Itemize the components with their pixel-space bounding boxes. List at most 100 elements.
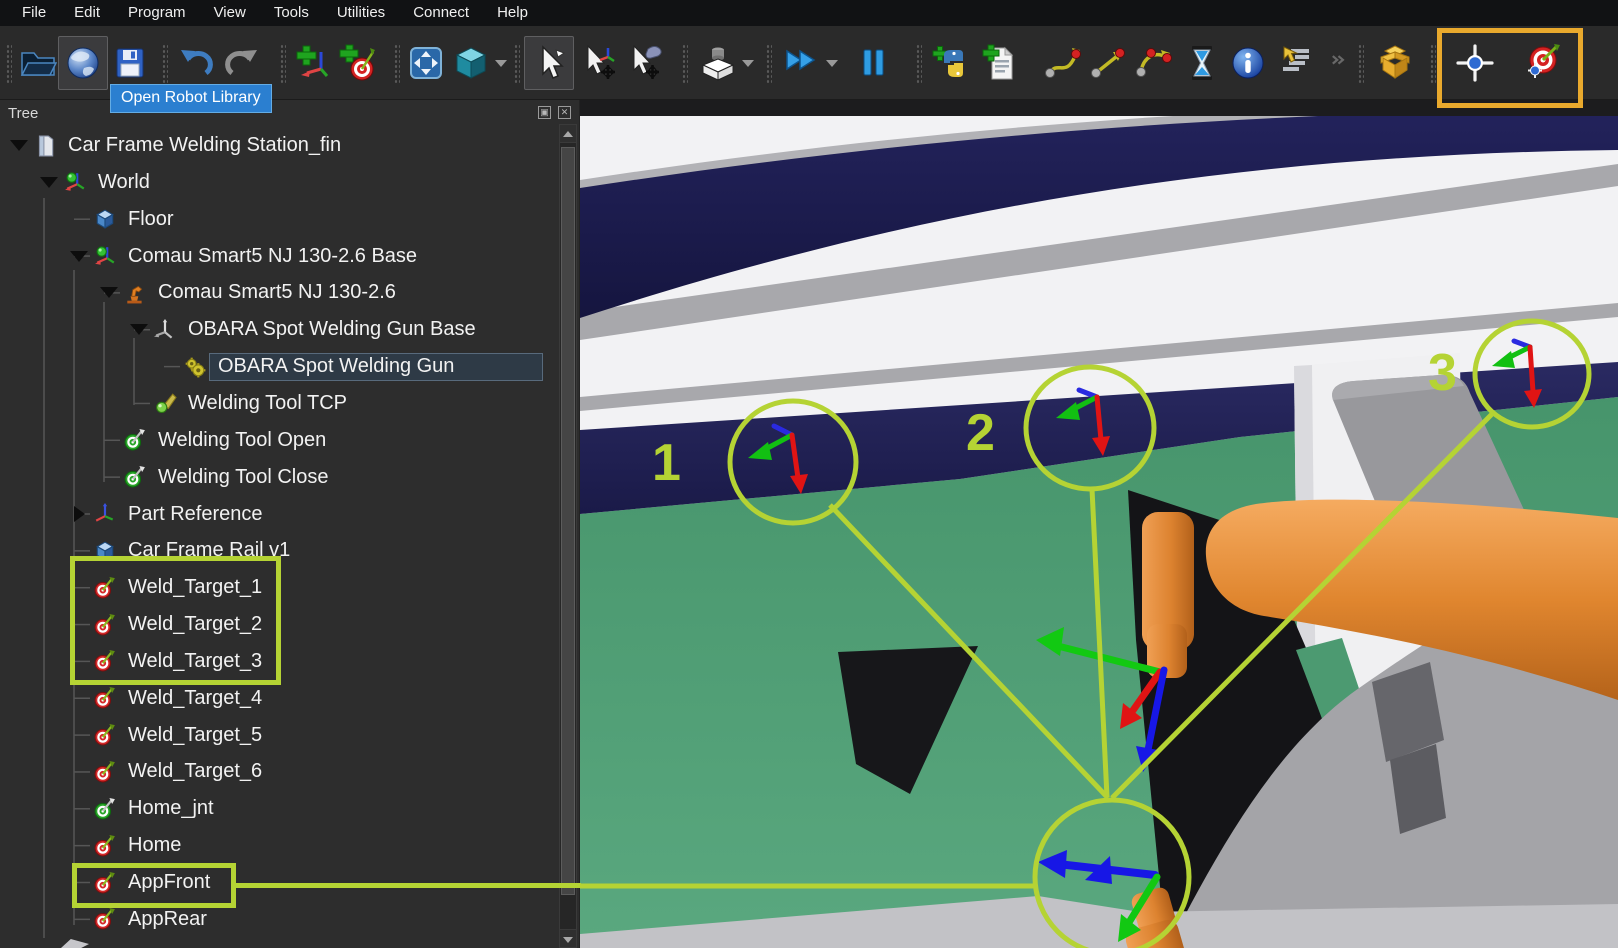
tree-item-label: Floor (128, 208, 174, 231)
toolbar-overflow-chevron[interactable] (1328, 36, 1354, 90)
robodk-window: FileEditProgramViewToolsUtilitiesConnect… (0, 0, 1618, 948)
tgtred-icon (92, 872, 122, 894)
tree-item-car-frame-rail-v1[interactable]: Car Frame Rail v1 (0, 532, 556, 569)
redo-button[interactable] (220, 36, 264, 90)
teach-target-on-surface-button[interactable] (1506, 36, 1576, 90)
tree-item-label: Weld_Target_2 (128, 613, 262, 636)
toolbar-separator (514, 44, 520, 84)
isometric-view-button[interactable] (448, 36, 510, 90)
tree-item-label: AppRear (128, 908, 207, 931)
tree-item-weld-target-4[interactable]: Weld_Target_4 (0, 680, 556, 717)
menu-item-edit[interactable]: Edit (60, 1, 114, 25)
add-reference-frame-button[interactable] (290, 36, 334, 90)
menu-item-tools[interactable]: Tools (260, 1, 323, 25)
tgtred-icon (92, 835, 122, 857)
menu-item-utilities[interactable]: Utilities (323, 1, 399, 25)
tree-item-weld-target-2[interactable]: Weld_Target_2 (0, 606, 556, 643)
pause-simulation-button[interactable] (854, 36, 894, 90)
scrollbar-thumb[interactable] (561, 147, 575, 895)
move-circular-instruction-button[interactable] (1132, 36, 1176, 90)
undo-button[interactable] (174, 36, 218, 90)
tree-item-welding-tool-close[interactable]: Welding Tool Close (0, 459, 556, 496)
tree-item-label: Home (128, 834, 181, 857)
tree-panel: Tree ▣ ✕ Car Frame Welding Station_finWo… (0, 100, 579, 948)
tree-item-part-reference[interactable]: Part Reference (0, 496, 556, 533)
scrollbar-down-icon[interactable] (560, 929, 576, 947)
tgtred-icon (92, 650, 122, 672)
frameg-icon (62, 171, 92, 193)
pause-instruction-button[interactable] (1182, 36, 1222, 90)
tree-item-label: Comau Smart5 NJ 130-2.6 Base (128, 245, 417, 268)
tree-item-floor[interactable]: Floor (0, 201, 556, 238)
open-station-button[interactable] (16, 36, 60, 90)
annotation-label-1: 1 (652, 434, 681, 492)
expand-icon[interactable] (66, 506, 92, 522)
tree-item-label: OBARA Spot Welding Gun (209, 353, 543, 381)
tree-item-label: Weld_Target_4 (128, 687, 262, 710)
3d-viewport[interactable]: 1 2 3 (580, 100, 1618, 948)
collapse-icon[interactable] (36, 177, 62, 188)
tree-item-home-jnt[interactable]: Home_jnt (0, 790, 556, 827)
tgtred-icon (92, 577, 122, 599)
cube-icon (92, 208, 122, 230)
tgtgreen-icon (92, 798, 122, 820)
tree-item-welding-tool-open[interactable]: Welding Tool Open (0, 422, 556, 459)
tree-item-appfront[interactable]: AppFront (0, 864, 556, 901)
menu-item-view[interactable]: View (200, 1, 260, 25)
toolbar-separator (394, 44, 400, 84)
tree-item-obara-spot-welding-gun[interactable]: OBARA Spot Welding Gun (0, 348, 556, 385)
move-reference-cursor-button[interactable] (576, 36, 622, 90)
tgtgreen-icon (122, 466, 152, 488)
frameplain-icon (92, 503, 122, 525)
toolbar-separator (162, 44, 168, 84)
show-message-instruction-button[interactable] (1226, 36, 1270, 90)
tgtred-icon (92, 761, 122, 783)
tcp-icon (152, 392, 182, 414)
menu-item-connect[interactable]: Connect (399, 1, 483, 25)
collapse-icon[interactable] (66, 251, 92, 262)
frameg-icon (92, 245, 122, 267)
export-simulation-button[interactable] (1372, 36, 1418, 90)
open-robot-library-button[interactable] (58, 36, 108, 90)
tree-item-welding-tool-tcp[interactable]: Welding Tool TCP (0, 385, 556, 422)
program-instructions-button[interactable] (1272, 36, 1320, 90)
move-joint-instruction-button[interactable] (1040, 36, 1086, 90)
tree-rows: Car Frame Welding Station_finWorld Floor C… (0, 100, 579, 948)
tree-item-weld-target-6[interactable]: Weld_Target_6 (0, 753, 556, 790)
fast-simulation-button[interactable] (778, 36, 842, 90)
tree-item-label: Home_jnt (128, 797, 214, 820)
add-program-button[interactable] (978, 36, 1022, 90)
tree-item-apprear[interactable]: AppRear (0, 901, 556, 938)
tree-item-weld-target-5[interactable]: Weld_Target_5 (0, 717, 556, 754)
tree-item-obara-spot-welding-gun-base[interactable]: OBARA Spot Welding Gun Base (0, 311, 556, 348)
select-cursor-button[interactable] (524, 36, 574, 90)
fit-all-button[interactable] (404, 36, 448, 90)
collapse-icon[interactable] (6, 140, 32, 151)
chevron-down-icon[interactable] (742, 60, 754, 67)
tgtgreen-icon (122, 429, 152, 451)
teach-point-on-surface-button[interactable] (1448, 36, 1502, 90)
add-python-program-button[interactable] (928, 36, 972, 90)
save-station-button[interactable] (108, 36, 152, 90)
menu-item-file[interactable]: File (8, 1, 60, 25)
chevron-down-icon[interactable] (826, 60, 838, 67)
tree-item-world[interactable]: World (0, 164, 556, 201)
chevron-down-icon[interactable] (495, 60, 507, 67)
menu-item-program[interactable]: Program (114, 1, 200, 25)
move-linear-instruction-button[interactable] (1086, 36, 1130, 90)
tree-scrollbar[interactable] (559, 124, 577, 948)
robot-icon (122, 282, 152, 304)
collapse-icon[interactable] (96, 287, 122, 298)
tree-item-home[interactable]: Home (0, 827, 556, 864)
move-robot-cursor-button[interactable] (622, 36, 668, 90)
collapse-icon[interactable] (126, 324, 152, 335)
tree-item-comau-smart5-nj-130-2-6[interactable]: Comau Smart5 NJ 130-2.6 (0, 274, 556, 311)
tree-item-weld-target-3[interactable]: Weld_Target_3 (0, 643, 556, 680)
tree-item-car-frame-welding-station-fin[interactable]: Car Frame Welding Station_fin (0, 127, 556, 164)
add-target-button[interactable] (334, 36, 378, 90)
tree-item-comau-smart5-nj-130-2-6-base[interactable]: Comau Smart5 NJ 130-2.6 Base (0, 238, 556, 275)
scrollbar-up-icon[interactable] (560, 125, 576, 143)
tree-item-weld-target-1[interactable]: Weld_Target_1 (0, 569, 556, 606)
menu-item-help[interactable]: Help (483, 1, 542, 25)
collision-check-button[interactable] (692, 36, 760, 90)
